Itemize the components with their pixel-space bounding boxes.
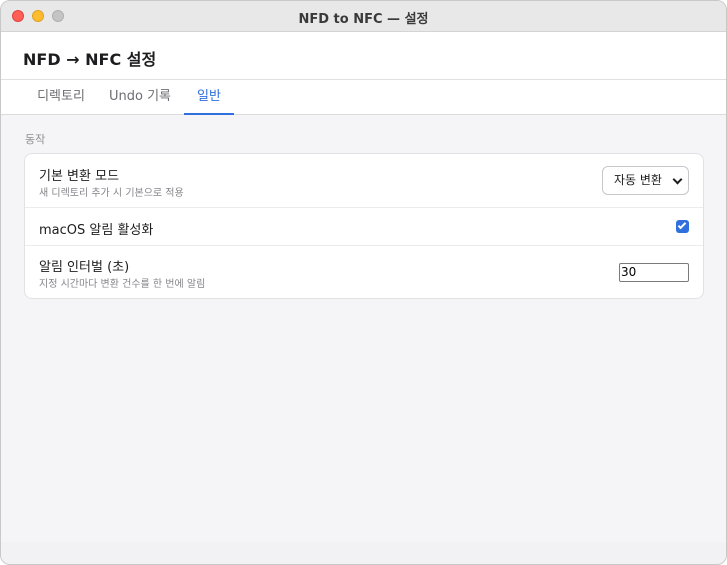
section-label: 동작 bbox=[25, 133, 46, 146]
tab-bar: 디렉토리 Undo 기록 일반 bbox=[1, 80, 726, 115]
setting-description: 새 디렉토리 추가 시 기본으로 적용 bbox=[39, 188, 184, 199]
setting-title: 기본 변환 모드 bbox=[39, 169, 120, 184]
tab-directories[interactable]: 디렉토리 bbox=[25, 80, 97, 115]
bottom-bar bbox=[1, 542, 726, 564]
setting-row-default-mode: 기본 변환 모드 새 디렉토리 추가 시 기본으로 적용 자동 변환 bbox=[25, 154, 703, 208]
setting-title: 알림 인터벌 (초) bbox=[39, 260, 130, 275]
notifications-checkbox[interactable] bbox=[676, 220, 689, 233]
page-title: NFD → NFC 설정 bbox=[23, 50, 157, 69]
window-title: NFD to NFC — 설정 bbox=[298, 12, 429, 27]
page-header: NFD → NFC 설정 bbox=[1, 32, 726, 80]
conversion-mode-value: 자동 변환 bbox=[614, 173, 662, 187]
setting-description: 지정 시간마다 변환 건수를 한 번에 알림 bbox=[39, 279, 206, 290]
title-bar: NFD to NFC — 설정 bbox=[1, 1, 726, 32]
tab-undo-history[interactable]: Undo 기록 bbox=[101, 80, 179, 115]
tab-general[interactable]: 일반 bbox=[184, 80, 234, 115]
app-window: NFD to NFC — 설정 NFD → NFC 설정 디렉토리 Undo 기… bbox=[0, 0, 727, 565]
interval-input[interactable]: 30 bbox=[619, 263, 689, 282]
conversion-mode-select[interactable]: 자동 변환 bbox=[602, 166, 689, 195]
setting-row-interval: 알림 인터벌 (초) 지정 시간마다 변환 건수를 한 번에 알림 30 bbox=[25, 246, 703, 299]
checkmark-icon bbox=[677, 220, 687, 230]
settings-card: 기본 변환 모드 새 디렉토리 추가 시 기본으로 적용 자동 변환 macOS… bbox=[24, 153, 704, 299]
setting-title: macOS 알림 활성화 bbox=[39, 223, 154, 238]
chevron-down-icon bbox=[672, 174, 683, 185]
setting-row-notifications: macOS 알림 활성화 bbox=[25, 208, 703, 246]
